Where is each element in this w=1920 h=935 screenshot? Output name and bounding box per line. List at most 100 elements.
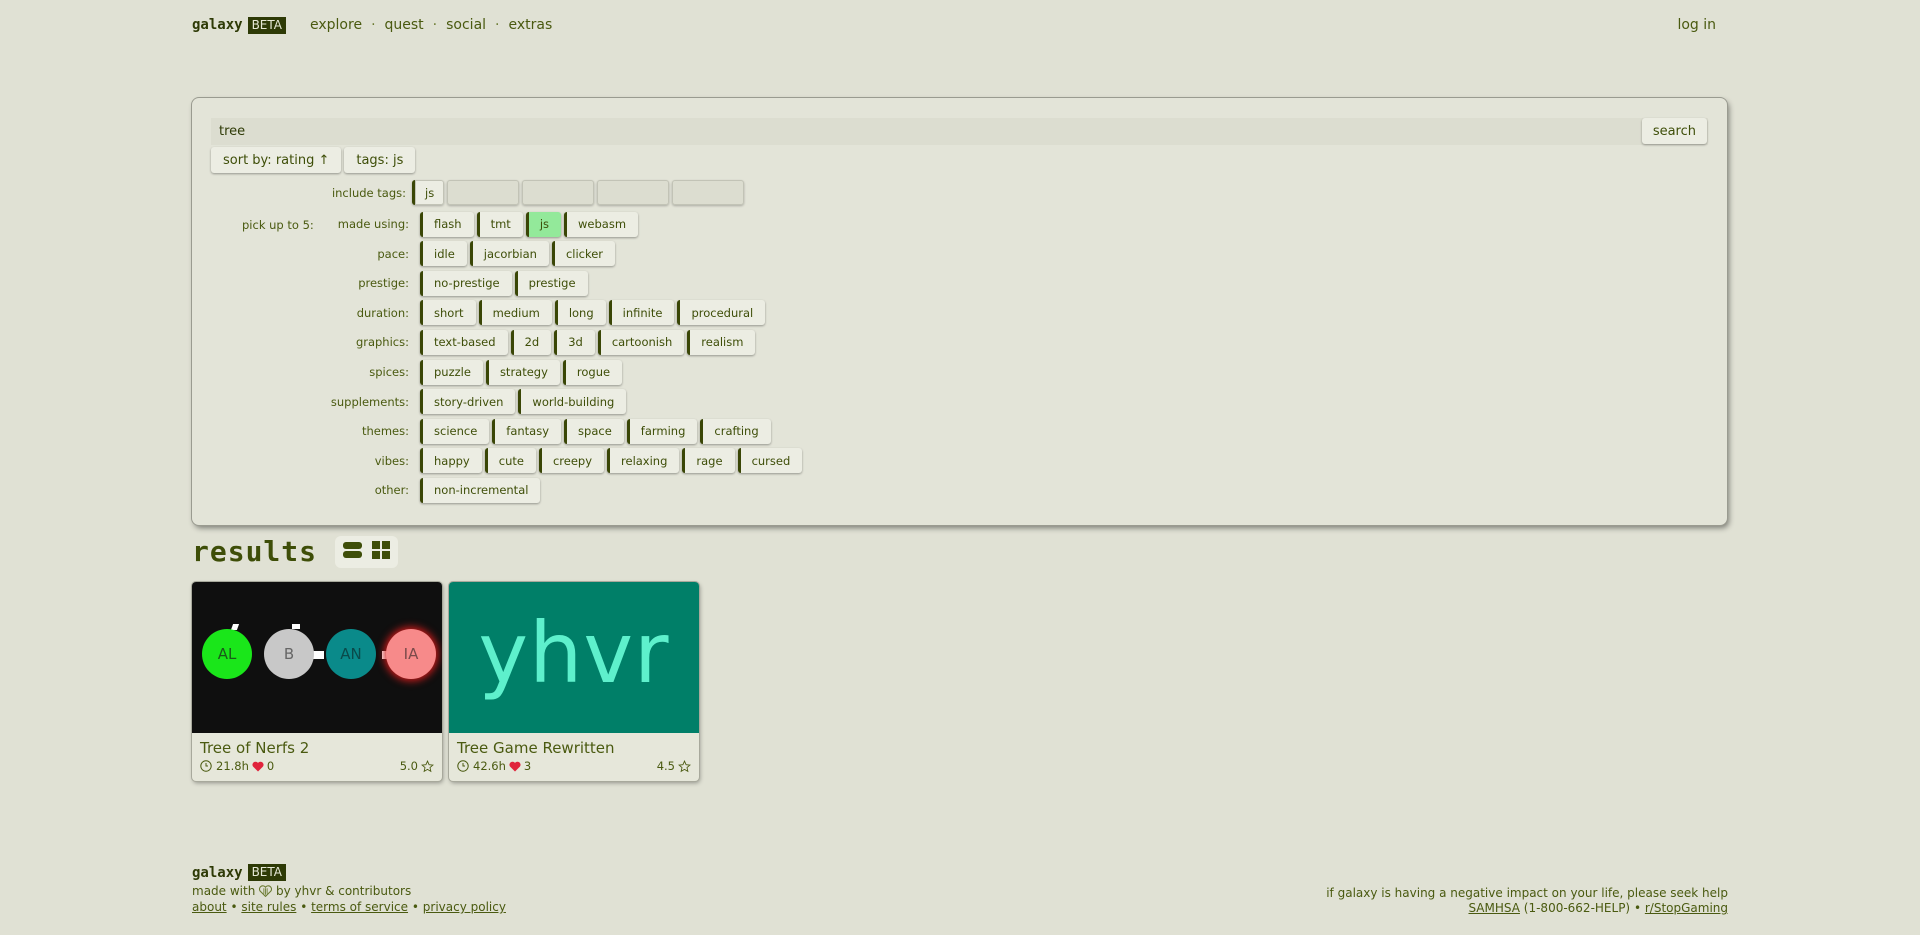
tag-story-driven[interactable]: story-driven xyxy=(420,389,516,415)
star-icon xyxy=(421,759,434,773)
tag-category-label: made using: xyxy=(337,217,409,231)
tag-clicker[interactable]: clicker xyxy=(551,241,616,267)
about-link[interactable]: about xyxy=(192,900,227,914)
tag-category-label: pace: xyxy=(377,246,409,261)
tag-creepy[interactable]: creepy xyxy=(538,448,605,474)
nav-quest[interactable]: quest xyxy=(385,17,424,33)
empty-tag-slot[interactable] xyxy=(672,180,745,205)
tag-category-row: spices: puzzle strategy rogue xyxy=(192,359,625,385)
tag-category-label: duration: xyxy=(356,305,409,320)
tag-science[interactable]: science xyxy=(420,418,490,444)
like-count: 0 xyxy=(266,759,275,773)
tag-puzzle[interactable]: puzzle xyxy=(420,359,483,385)
help-text: if galaxy is having a negative impact on… xyxy=(1326,886,1728,900)
tag-cartoonish[interactable]: cartoonish xyxy=(597,329,685,355)
list-view-icon[interactable] xyxy=(343,541,363,563)
tree-node: AN xyxy=(326,629,376,679)
nav-separator: · xyxy=(495,17,500,33)
tags-toggle-button[interactable]: tags: js xyxy=(344,147,416,173)
stopgaming-link[interactable]: r/StopGaming xyxy=(1645,901,1728,915)
game-meta: 21.8h 0 5.0 xyxy=(200,759,434,773)
tag-category-label: vibes: xyxy=(374,453,409,468)
samhsa-phone: (1-800-662-HELP) xyxy=(1523,901,1631,915)
tag-3d[interactable]: 3d xyxy=(554,329,595,355)
grid-view-icon[interactable] xyxy=(372,540,391,563)
tag-idle[interactable]: idle xyxy=(420,241,467,267)
tag-no-prestige[interactable]: no-prestige xyxy=(420,270,512,296)
tag-world-building[interactable]: world-building xyxy=(518,389,627,415)
rating-value: 5.0 xyxy=(399,759,418,773)
included-tag-slot[interactable]: js xyxy=(412,180,445,205)
empty-tag-slot[interactable] xyxy=(447,180,520,205)
empty-tag-slot[interactable] xyxy=(597,180,670,205)
nav-social[interactable]: social xyxy=(446,17,486,33)
privacy-policy-link[interactable]: privacy policy xyxy=(423,900,506,914)
link-separator: • xyxy=(300,900,308,914)
tag-space[interactable]: space xyxy=(564,418,624,444)
tag-strategy[interactable]: strategy xyxy=(485,359,560,385)
star-icon xyxy=(678,759,691,773)
made-with-line: made with by yhvr & contributors xyxy=(192,884,506,900)
tag-category-label: spices: xyxy=(369,365,409,379)
rating-value: 4.5 xyxy=(656,759,675,773)
search-options: sort by: rating ↑ tags: js xyxy=(211,147,416,173)
tag-medium[interactable]: medium xyxy=(478,300,552,326)
game-card[interactable]: yhvr Tree Game Rewritten 42.6h 3 4.5 xyxy=(449,582,699,781)
tag-rage[interactable]: rage xyxy=(682,448,735,474)
samhsa-link[interactable]: SAMHSA xyxy=(1468,901,1519,915)
tag-tmt[interactable]: tmt xyxy=(476,211,523,237)
search-input[interactable] xyxy=(211,118,1407,145)
made-with-prefix: made with xyxy=(192,884,256,898)
site-rules-link[interactable]: site rules xyxy=(241,900,296,914)
tag-category-row: prestige: no-prestige prestige xyxy=(192,270,591,296)
nav-explore[interactable]: explore xyxy=(310,17,362,33)
tag-category-row: themes: science fantasy space farming craftin… xyxy=(192,418,774,444)
empty-tag-slot[interactable] xyxy=(522,180,595,205)
tag-rogue[interactable]: rogue xyxy=(562,359,623,385)
footer-right: if galaxy is having a negative impact on… xyxy=(1326,886,1728,916)
game-title: Tree Game Rewritten xyxy=(457,739,615,757)
tag-jacorbian[interactable]: jacorbian xyxy=(469,241,549,267)
tag-short[interactable]: short xyxy=(420,300,476,326)
tag-cute[interactable]: cute xyxy=(484,448,536,474)
search-button[interactable]: search xyxy=(1641,118,1707,144)
tag-2d[interactable]: 2d xyxy=(510,329,552,355)
tag-prestige[interactable]: prestige xyxy=(514,270,588,296)
tag-crafting[interactable]: crafting xyxy=(700,418,771,444)
tag-fantasy[interactable]: fantasy xyxy=(492,418,562,444)
tag-category-row: other: non-incremental xyxy=(192,477,543,503)
tag-procedural[interactable]: procedural xyxy=(677,300,766,326)
search-panel: search sort by: rating ↑ tags: js includ… xyxy=(192,98,1727,525)
link-separator: • xyxy=(411,900,419,914)
search-bar: search xyxy=(211,118,1708,145)
tag-cursed[interactable]: cursed xyxy=(737,448,803,474)
tag-happy[interactable]: happy xyxy=(420,448,482,474)
login-link[interactable]: log in xyxy=(1677,17,1716,33)
brand-logo[interactable]: galaxy BETA xyxy=(192,16,286,34)
tag-category-label: supplements: xyxy=(330,394,409,409)
nav-separator: · xyxy=(432,17,438,33)
tag-non-incremental[interactable]: non-incremental xyxy=(420,477,541,503)
footer-brand-name: galaxy xyxy=(192,864,243,881)
tag-long[interactable]: long xyxy=(554,300,606,326)
tag-js[interactable]: js xyxy=(525,211,561,237)
sort-by-button[interactable]: sort by: rating ↑ xyxy=(211,147,342,173)
terms-of-service-link[interactable]: terms of service xyxy=(311,900,408,914)
tag-realism[interactable]: realism xyxy=(687,329,756,355)
tag-webasm[interactable]: webasm xyxy=(564,211,639,237)
game-thumbnail: AL B AN IA xyxy=(192,582,442,733)
game-card[interactable]: AL B AN IA Tree of Nerfs 2 21.8h 0 5.0 xyxy=(192,582,442,781)
tag-category-row: duration: short medium long infinite procedur… xyxy=(192,300,768,326)
nav-separator: · xyxy=(371,17,376,33)
tag-text-based[interactable]: text-based xyxy=(420,329,508,355)
tag-flash[interactable]: flash xyxy=(420,211,474,237)
tag-category-label: graphics: xyxy=(355,335,409,350)
tag-relaxing[interactable]: relaxing xyxy=(607,448,680,474)
tag-infinite[interactable]: infinite xyxy=(608,300,675,326)
game-meta: 42.6h 3 4.5 xyxy=(457,759,691,773)
tag-category-row: supplements: story-driven world-building xyxy=(192,389,629,415)
results-title: results xyxy=(192,535,318,568)
playtime: 42.6h xyxy=(473,759,506,773)
tag-farming[interactable]: farming xyxy=(626,418,698,444)
nav-extras[interactable]: extras xyxy=(509,17,553,33)
